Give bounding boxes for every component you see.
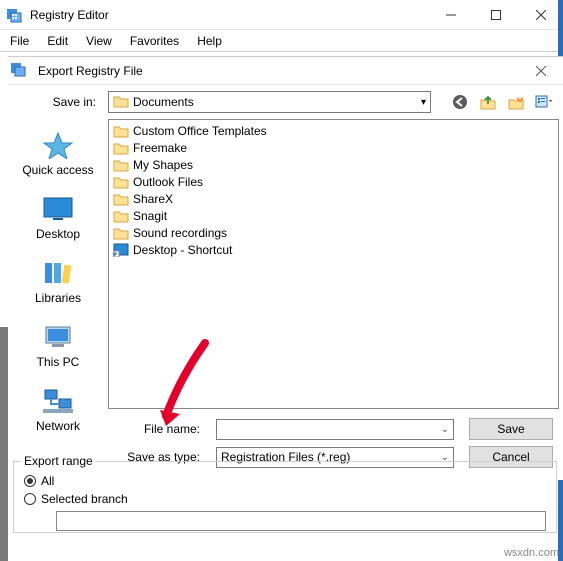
dialog-titlebar: Export Registry File	[8, 57, 563, 85]
place-label: Desktop	[36, 227, 80, 241]
list-item[interactable]: Desktop - Shortcut	[113, 241, 554, 258]
place-label: Libraries	[35, 291, 81, 305]
view-menu-button[interactable]	[535, 93, 553, 111]
menu-edit[interactable]: Edit	[39, 32, 76, 50]
window-controls	[428, 0, 563, 30]
save-button[interactable]: Save	[469, 418, 553, 440]
shortcut-icon	[113, 243, 129, 257]
radio-selected-label: Selected branch	[41, 492, 128, 506]
dialog-title: Export Registry File	[32, 64, 519, 78]
up-one-level-button[interactable]	[479, 93, 497, 111]
selected-branch-input[interactable]	[56, 511, 546, 531]
dialog-close-button[interactable]	[519, 57, 563, 85]
back-button[interactable]	[451, 93, 469, 111]
registry-file-icon	[8, 61, 32, 80]
folder-icon	[113, 209, 129, 223]
chevron-down-icon: ▾	[421, 97, 426, 108]
save-in-row: Save in: Documents ▾ ✦	[8, 85, 563, 119]
menu-divider	[0, 51, 563, 52]
list-item[interactable]: Snagit	[113, 207, 554, 224]
background-slab	[0, 327, 8, 561]
place-label: This PC	[37, 355, 80, 369]
titlebar: Registry Editor	[0, 0, 563, 30]
window-title: Registry Editor	[30, 8, 428, 22]
file-name-label: File name:	[8, 422, 208, 436]
save-in-dropdown[interactable]: Documents ▾	[108, 91, 431, 113]
quick-access-icon	[41, 131, 75, 159]
registry-editor-window: Registry Editor File Edit View Favorites…	[0, 0, 563, 561]
libraries-icon	[41, 259, 75, 287]
list-item[interactable]: Freemake	[113, 139, 554, 156]
save-in-label: Save in:	[18, 95, 102, 109]
menu-bar: File Edit View Favorites Help	[0, 30, 563, 51]
places-bar: Quick access Desktop Libraries This PC N…	[8, 119, 108, 409]
new-folder-button[interactable]: ✦	[507, 93, 525, 111]
maximize-button[interactable]	[473, 0, 518, 30]
this-pc-icon	[41, 323, 75, 351]
place-label: Quick access	[22, 163, 93, 177]
documents-folder-icon	[113, 94, 129, 111]
radio-all-label: All	[41, 474, 54, 488]
list-item[interactable]: Sound recordings	[113, 224, 554, 241]
watermark: wsxdn.com	[504, 547, 559, 559]
desktop-icon	[41, 195, 75, 223]
dialog-body: Quick access Desktop Libraries This PC N…	[8, 119, 563, 409]
network-icon	[41, 387, 75, 415]
place-libraries[interactable]: Libraries	[8, 255, 108, 315]
folder-icon	[113, 141, 129, 155]
radio-selected-row[interactable]: Selected branch	[14, 490, 556, 508]
list-item[interactable]: Outlook Files	[113, 173, 554, 190]
minimize-button[interactable]	[428, 0, 473, 30]
place-quick-access[interactable]: Quick access	[8, 127, 108, 187]
svg-text:✦: ✦	[515, 94, 524, 104]
list-item[interactable]: ShareX	[113, 190, 554, 207]
close-button[interactable]	[518, 0, 563, 30]
menu-favorites[interactable]: Favorites	[122, 32, 187, 50]
registry-editor-app-icon	[6, 7, 22, 23]
file-list[interactable]: Custom Office Templates Freemake My Shap…	[108, 119, 559, 409]
export-range-group: Export range All Selected branch	[13, 461, 557, 533]
menu-file[interactable]: File	[2, 32, 37, 50]
file-name-input[interactable]: ⌄	[216, 419, 454, 440]
chevron-down-icon: ⌄	[441, 424, 449, 435]
export-range-legend: Export range	[21, 454, 96, 468]
folder-icon	[113, 192, 129, 206]
folder-icon	[113, 124, 129, 138]
radio-all-row[interactable]: All	[14, 472, 556, 490]
export-dialog: Export Registry File Save in: Documents …	[8, 56, 563, 480]
place-desktop[interactable]: Desktop	[8, 191, 108, 251]
list-item[interactable]: Custom Office Templates	[113, 122, 554, 139]
menu-view[interactable]: View	[78, 32, 120, 50]
dialog-toolbar: ✦	[451, 93, 553, 111]
save-in-value: Documents	[133, 95, 194, 109]
list-item[interactable]: My Shapes	[113, 156, 554, 173]
folder-icon	[113, 226, 129, 240]
radio-selected-branch[interactable]	[24, 493, 36, 505]
folder-icon	[113, 175, 129, 189]
place-this-pc[interactable]: This PC	[8, 319, 108, 379]
folder-icon	[113, 158, 129, 172]
menu-help[interactable]: Help	[189, 32, 230, 50]
radio-all[interactable]	[24, 475, 36, 487]
